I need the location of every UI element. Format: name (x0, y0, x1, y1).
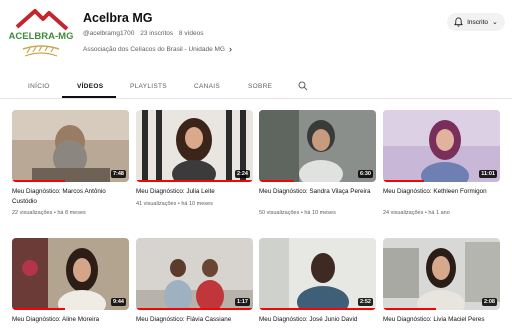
channel-tabs: INÍCIO VÍDEOS PLAYLISTS CANAIS SOBRE (0, 78, 512, 98)
channel-description[interactable]: Associação dos Celíacos do Brasil - Unid… (83, 44, 232, 54)
video-duration: 2:24 (234, 170, 250, 178)
video-duration: 2:52 (357, 298, 373, 306)
video-thumbnail[interactable]: 1:17 (136, 238, 253, 310)
view-count: 22 visualizações (12, 210, 53, 216)
channel-header: ACELBRA-MG Acelbra MG @acelbramg1700 23 … (0, 0, 512, 70)
watch-progress (259, 180, 295, 182)
channel-name: Acelbra MG (83, 11, 153, 25)
video-duration: 2:08 (481, 298, 497, 306)
video-thumbnail[interactable]: 2:08 (383, 238, 500, 310)
video-thumbnail[interactable]: 2:24 (136, 110, 253, 182)
video-thumbnail[interactable]: 2:52 (259, 238, 376, 310)
video-thumbnail[interactable]: 11:01 (383, 110, 500, 182)
watch-progress (259, 308, 376, 310)
video-thumbnail[interactable]: 9:44 (12, 238, 129, 310)
view-count: 41 visualizações (136, 201, 177, 207)
tabs-divider (0, 98, 512, 99)
video-title[interactable]: Meu Diagnóstico: Sandra Vilaça Pereira (259, 187, 371, 197)
watch-progress (12, 180, 65, 182)
watch-progress (383, 180, 424, 182)
watch-progress (136, 308, 253, 310)
tab-inicio[interactable]: INÍCIO (28, 83, 50, 90)
channel-handle: @acelbramg1700 (83, 30, 135, 37)
video-meta: 41 visualizações • há 10 meses (136, 201, 213, 207)
tab-sobre[interactable]: SOBRE (248, 83, 272, 90)
upload-age: há 8 meses (57, 210, 86, 216)
watch-progress (12, 308, 65, 310)
upload-age: há 10 meses (181, 201, 213, 207)
chevron-down-icon: ⌄ (492, 19, 498, 26)
upload-age: há 1 ano (428, 210, 450, 216)
view-count: 24 visualizações (383, 210, 424, 216)
watch-progress (136, 180, 253, 182)
acelbra-logo: ACELBRA-MG (9, 9, 73, 57)
view-count: 50 visualizações (259, 210, 300, 216)
tab-canais[interactable]: CANAIS (194, 83, 220, 90)
subscribed-button[interactable]: Inscrito ⌄ (447, 13, 505, 31)
tab-playlists[interactable]: PLAYLISTS (130, 83, 167, 90)
subscriber-count: 23 inscritos (140, 30, 174, 37)
channel-avatar[interactable]: ACELBRA-MG (9, 3, 73, 65)
chevron-right-icon: › (228, 44, 232, 54)
video-thumbnail[interactable]: 7:48 (12, 110, 129, 182)
search-icon[interactable] (298, 81, 308, 91)
channel-meta: @acelbramg1700 23 inscritos 8 vídeos (83, 30, 208, 37)
channel-description-text: Associação dos Celíacos do Brasil - Unid… (83, 45, 225, 53)
video-thumbnail[interactable]: 6:30 (259, 110, 376, 182)
video-title[interactable]: Meu Diagnóstico: Livia Maciel Peres (383, 315, 495, 325)
video-title[interactable]: Meu Diagnóstico: José Junio David (259, 315, 371, 325)
video-duration: 6:30 (357, 170, 373, 178)
tab-videos[interactable]: VÍDEOS (77, 83, 103, 90)
video-title[interactable]: Meu Diagnóstico: Julia Leite (136, 187, 248, 197)
video-duration: 11:01 (479, 170, 497, 178)
video-meta: 50 visualizações • há 10 meses (259, 210, 336, 216)
upload-age: há 10 meses (304, 210, 336, 216)
video-duration: 1:17 (234, 298, 250, 306)
video-title[interactable]: Meu Diagnóstico: Marcos Antônio Custódio (12, 187, 124, 206)
video-meta: 24 visualizações • há 1 ano (383, 210, 450, 216)
video-title[interactable]: Meu Diagnóstico: Flávia Cassiane (136, 315, 248, 325)
subscribed-label: Inscrito (467, 18, 489, 26)
video-meta: 22 visualizações • há 8 meses (12, 210, 86, 216)
video-count: 8 vídeos (178, 30, 204, 37)
video-duration: 9:44 (110, 298, 126, 306)
video-title[interactable]: Meu Diagnóstico: Kethleen Formigon (383, 187, 495, 197)
watch-progress (383, 308, 436, 310)
logo-text: ACELBRA-MG (9, 31, 73, 42)
video-title[interactable]: Meu Diagnóstico: Aline Moreira (12, 315, 124, 325)
video-duration: 7:48 (110, 170, 126, 178)
bell-icon (454, 17, 463, 27)
